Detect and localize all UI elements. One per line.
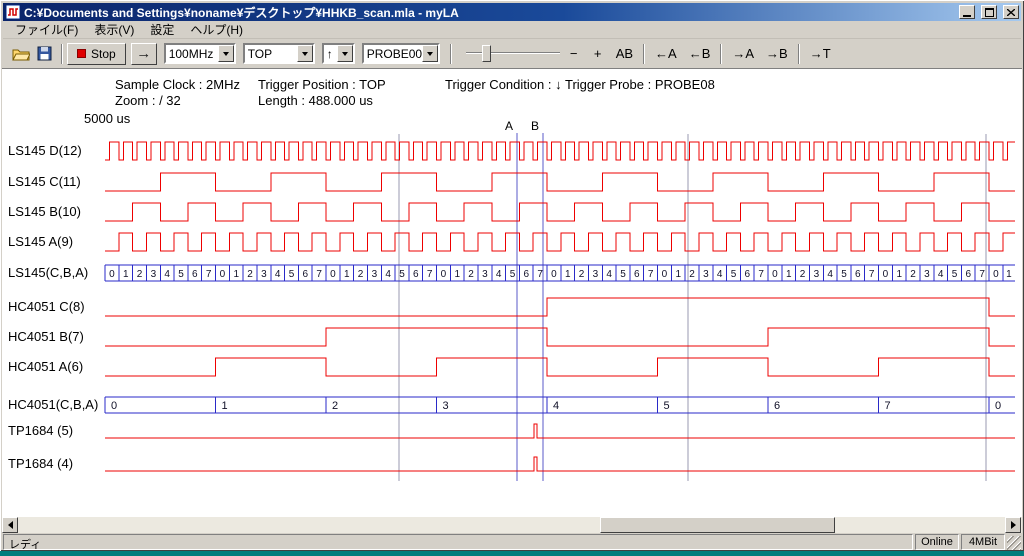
bus-value: 6 (192, 269, 198, 280)
cursor-a-label: A (505, 119, 513, 133)
bus-value: 4 (717, 269, 723, 280)
waveform-tp1684-5 (105, 424, 1015, 438)
bus-value: 6 (413, 269, 419, 280)
bus-value: 0 (662, 269, 668, 280)
bus-value: 1 (222, 400, 228, 412)
bus-value: 2 (332, 400, 338, 412)
status-online: Online (915, 534, 959, 550)
bus-value: 6 (855, 269, 861, 280)
bus-value: 5 (952, 269, 958, 280)
bus-value: 1 (675, 269, 681, 280)
bus-value: 0 (441, 269, 447, 280)
waveform-hc4051-a-6 (105, 358, 1015, 376)
bus-value: 6 (774, 400, 780, 412)
bus-value: 3 (261, 269, 267, 280)
bus-value: 7 (885, 400, 891, 412)
scrollbar-thumb[interactable] (600, 517, 835, 533)
bus-value: 2 (137, 269, 143, 280)
bus-value: 7 (316, 269, 322, 280)
bus-value: 5 (664, 400, 670, 412)
statusbar: レディ Online 4MBit (2, 534, 1022, 550)
bus-value: 6 (745, 269, 751, 280)
horizontal-scrollbar[interactable] (2, 517, 1022, 533)
status-message: レディ (3, 534, 913, 550)
bus-value: 7 (427, 269, 433, 280)
bus-value: 0 (995, 400, 1001, 412)
bus-value: 6 (966, 269, 972, 280)
bus-value: 4 (938, 269, 944, 280)
bus-value: 7 (648, 269, 654, 280)
bus-value: 4 (553, 400, 559, 412)
app-window: C:¥Documents and Settings¥noname¥デスクトップ¥… (0, 0, 1024, 551)
bus-value: 1 (786, 269, 792, 280)
waveform-hc4051-b-7 (105, 328, 1015, 346)
resize-grip[interactable] (1007, 536, 1021, 550)
bus-value: 5 (510, 269, 516, 280)
bus-value: 1 (233, 269, 239, 280)
bus-value: 4 (385, 269, 391, 280)
bus-value: 0 (993, 269, 999, 280)
bus-value: 5 (731, 269, 737, 280)
bus-value: 1 (896, 269, 902, 280)
bus-value: 0 (772, 269, 778, 280)
bus-value: 4 (496, 269, 502, 280)
bus-value: 0 (109, 269, 115, 280)
bus-value: 0 (220, 269, 226, 280)
bus-value: 3 (593, 269, 599, 280)
bus-value: 2 (579, 269, 585, 280)
bus-value: 3 (372, 269, 378, 280)
bus-value: 2 (800, 269, 806, 280)
bus-value: 4 (164, 269, 170, 280)
bus-value: 6 (303, 269, 309, 280)
bus-value: 3 (151, 269, 157, 280)
bus-value: 7 (869, 269, 875, 280)
bus-value: 2 (468, 269, 474, 280)
bus-value: 4 (606, 269, 612, 280)
bus-value: 0 (551, 269, 557, 280)
waveform-plot[interactable]: AB01234567012345670123456701234567012345… (0, 0, 1024, 517)
arrow-right-icon (1011, 521, 1016, 529)
bus-value: 1 (454, 269, 460, 280)
bus-value: 5 (399, 269, 405, 280)
bus-value: 2 (247, 269, 253, 280)
bus-value: 1 (123, 269, 129, 280)
bus-value: 0 (111, 400, 117, 412)
bus-value: 4 (827, 269, 833, 280)
bus-value: 7 (979, 269, 985, 280)
bus-value: 3 (924, 269, 930, 280)
arrow-left-icon (8, 521, 13, 529)
waveform-ls145-b-10 (105, 203, 1015, 221)
waveform-hc4051-c-8 (105, 298, 1015, 316)
cursor-b-label: B (531, 119, 539, 133)
bus-value: 7 (758, 269, 764, 280)
status-memory: 4MBit (961, 534, 1005, 550)
bus-value: 5 (841, 269, 847, 280)
waveform-tp1684-4 (105, 457, 1015, 471)
bus-value: 7 (206, 269, 212, 280)
bus-value: 6 (634, 269, 640, 280)
bus-value: 0 (883, 269, 889, 280)
waveform-ls145-a-9 (105, 233, 1015, 251)
bus-value: 2 (689, 269, 695, 280)
bus-value: 3 (703, 269, 709, 280)
bus-value: 3 (443, 400, 449, 412)
scroll-left-button[interactable] (2, 517, 18, 533)
bus-value: 3 (482, 269, 488, 280)
bus-value: 2 (358, 269, 364, 280)
bus-value: 3 (814, 269, 820, 280)
bus-value: 1 (1006, 269, 1012, 280)
scroll-right-button[interactable] (1005, 517, 1021, 533)
bus-value: 4 (275, 269, 281, 280)
bus-value: 5 (178, 269, 184, 280)
bus-value: 6 (524, 269, 530, 280)
waveform-ls145-c-11 (105, 173, 1015, 191)
bus-value: 5 (289, 269, 295, 280)
bus-value: 7 (537, 269, 543, 280)
bus-value: 1 (565, 269, 571, 280)
waveform-ls145-d-12 (105, 142, 1015, 160)
bus-value: 1 (344, 269, 350, 280)
bus-value: 5 (620, 269, 626, 280)
bus-value: 0 (330, 269, 336, 280)
bus-value: 2 (910, 269, 916, 280)
